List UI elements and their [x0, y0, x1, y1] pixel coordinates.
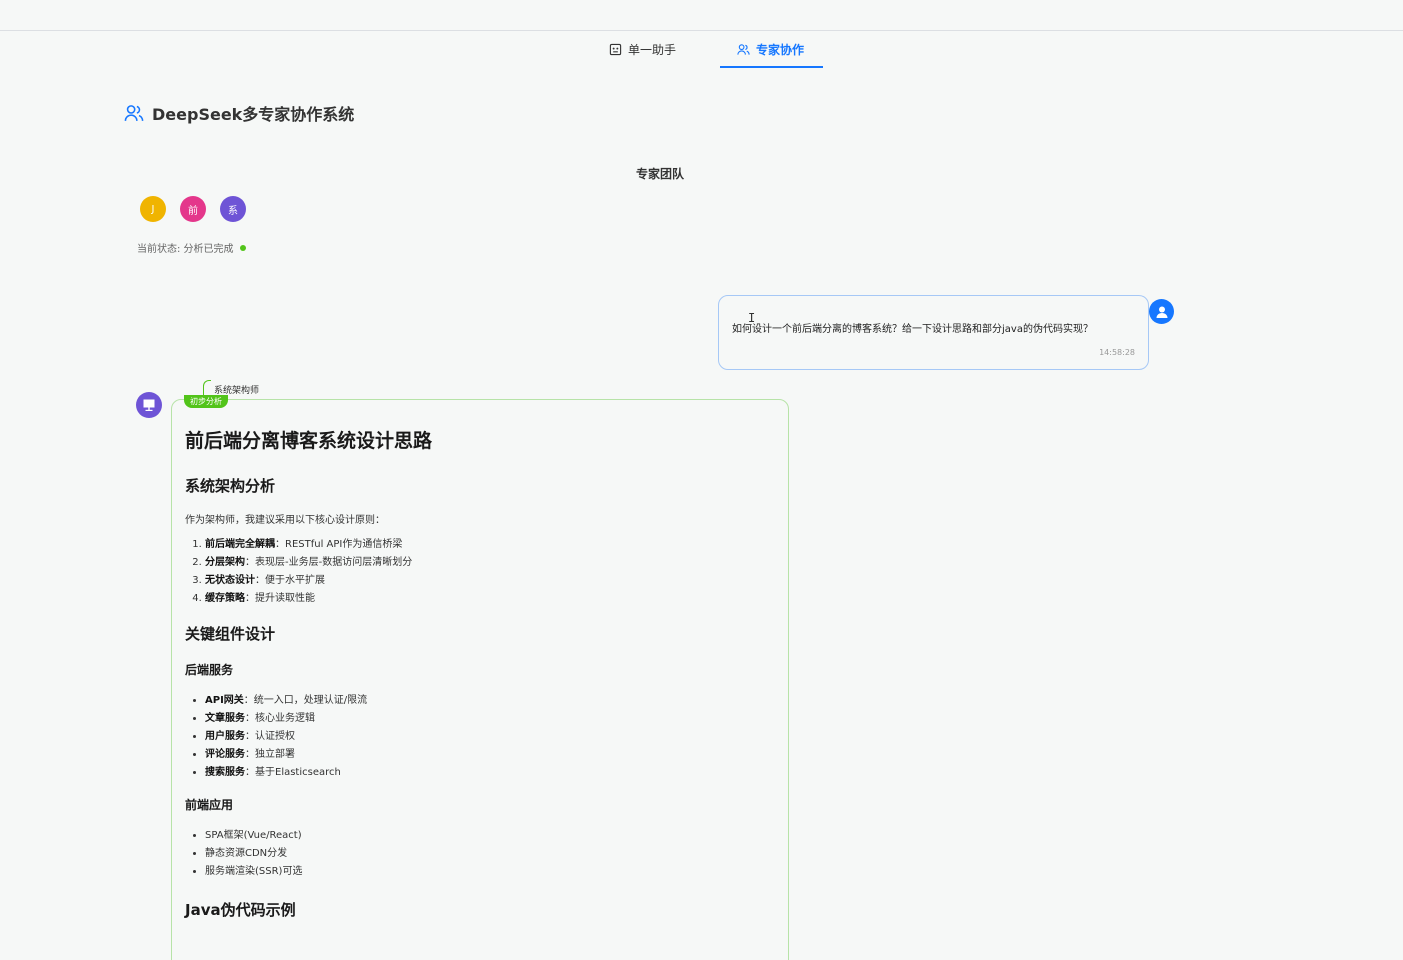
section-title-architecture: 系统架构分析 [185, 477, 276, 495]
list-item: 前后端完全解耦：RESTful API作为通信桥梁 [205, 536, 775, 554]
frontend-title: 前端应用 [185, 798, 234, 812]
expert-avatar-java[interactable]: J [140, 196, 166, 222]
list-item: 静态资源CDN分发 [205, 845, 775, 863]
message-heading: 前后端分离博客系统设计思路 [185, 430, 433, 452]
user-icon [1156, 306, 1167, 318]
tab-expert-collab[interactable]: 专家协作 [737, 31, 804, 67]
page-title-text: DeepSeek多专家协作系统 [152, 105, 355, 124]
phase-badge: 初步分析 [184, 395, 228, 408]
team-icon [124, 105, 144, 121]
list-item: SPA框架(Vue/React) [205, 827, 775, 845]
list-item: 文章服务：核心业务逻辑 [205, 710, 775, 728]
user-message-bubble: 如何设计一个前后端分离的博客系统？给一下设计思路和部分java的伪代码实现？ 1… [718, 295, 1149, 370]
team-status: 当前状态: 分析已完成 [137, 240, 246, 255]
list-item: 用户服务：认证授权 [205, 728, 775, 746]
section-title-java: Java伪代码示例 [185, 901, 296, 919]
backend-list: API网关：统一入口，处理认证/限流 文章服务：核心业务逻辑 用户服务：认证授权… [185, 692, 775, 782]
team-avatars: J 前 系 [140, 196, 260, 222]
tab-single-assistant[interactable]: 单一助手 [609, 31, 676, 67]
tab-expert-label: 专家协作 [756, 42, 805, 57]
frontend-list: SPA框架(Vue/React) 静态资源CDN分发 服务端渲染(SSR)可选 [185, 827, 775, 881]
status-dot [239, 244, 246, 251]
team-icon [737, 43, 750, 55]
intro-paragraph: 作为架构师，我建议采用以下核心设计原则： [185, 515, 385, 526]
expert-avatar-frontend[interactable]: 前 [180, 196, 206, 222]
user-message-time: 14:58:28 [1099, 348, 1135, 357]
status-text: 当前状态: 分析已完成 [137, 244, 234, 255]
expert-avatar-architect[interactable]: 系 [220, 196, 246, 222]
mode-tabs: 单一助手 专家协作 [0, 31, 1403, 67]
user-message-text: 如何设计一个前后端分离的博客系统？给一下设计思路和部分java的伪代码实现？ [732, 324, 1093, 335]
active-tab-indicator [720, 66, 823, 68]
list-item: 服务端渲染(SSR)可选 [205, 863, 775, 881]
robot-icon [609, 43, 622, 55]
principles-list: 前后端完全解耦：RESTful API作为通信桥梁 分层架构：表现层-业务层-数… [185, 536, 775, 608]
tab-single-label: 单一助手 [628, 42, 677, 57]
list-item: 评论服务：独立部署 [205, 746, 775, 764]
list-item: 无状态设计：便于水平扩展 [205, 572, 775, 590]
list-item: API网关：统一入口，处理认证/限流 [205, 692, 775, 710]
list-item: 缓存策略：提升读取性能 [205, 590, 775, 608]
backend-title: 后端服务 [185, 663, 234, 677]
list-item: 搜索服务：基于Elasticsearch [205, 764, 775, 782]
architect-avatar [136, 392, 162, 418]
team-title: 专家团队 [635, 167, 684, 181]
text-cursor-icon: I [748, 311, 756, 325]
presentation-icon [143, 399, 155, 411]
page-title: DeepSeek多专家协作系统 [124, 101, 354, 125]
user-avatar [1149, 299, 1174, 324]
list-item: 分层架构：表现层-业务层-数据访问层清晰划分 [205, 554, 775, 572]
section-title-components: 关键组件设计 [185, 625, 276, 643]
expert-message-content: 前后端分离博客系统设计思路 系统架构分析 作为架构师，我建议采用以下核心设计原则… [185, 426, 775, 920]
